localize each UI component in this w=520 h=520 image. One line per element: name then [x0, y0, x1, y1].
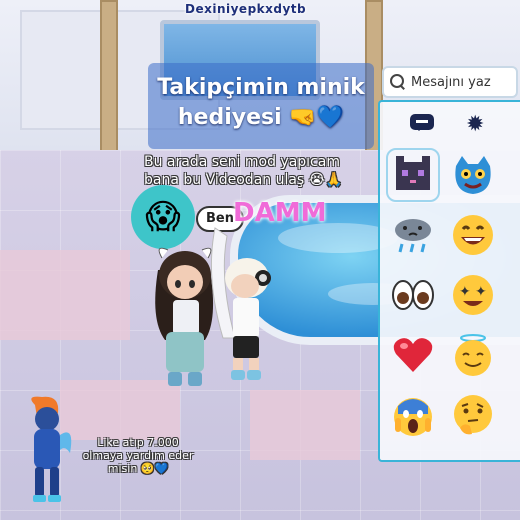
spiky-bubble-icon[interactable]: ✹: [466, 114, 492, 136]
thinking-face-icon[interactable]: [446, 388, 500, 442]
floor-tile: [250, 390, 360, 460]
chat-bubble-icon[interactable]: [410, 114, 436, 136]
promo-text: Like atıp 7.000 olmaya yardım eder misin…: [78, 436, 198, 475]
message-search-input[interactable]: Mesajını yaz: [382, 66, 518, 98]
pixel-cat-icon[interactable]: [386, 148, 440, 202]
grinning-face-icon[interactable]: [446, 208, 500, 262]
promo-line-1: Like atıp 7.000: [97, 436, 179, 449]
rain-cloud-icon[interactable]: [386, 208, 440, 262]
title-line-2: hediyesi 🤜💙: [177, 105, 345, 130]
friend-avatar[interactable]: [205, 218, 285, 388]
subtitle-line-1: Bu arada seni mod yapıcam: [144, 154, 340, 170]
floor-tile: [0, 250, 130, 340]
subtitle-line-2: bana bu Videodan ulaş 😭🙏: [144, 172, 343, 188]
star-struck-face-icon[interactable]: ✦ ✦: [446, 268, 500, 322]
screaming-face-icon: 😱: [145, 197, 181, 237]
video-title: Takipçimin minik hediyesi 🤜💙: [148, 63, 374, 149]
search-icon: [390, 74, 406, 90]
promo-line-2: olmaya yardım eder: [82, 449, 194, 462]
title-line-1: Takipçimin minik: [157, 75, 365, 100]
blue-monster-icon[interactable]: [446, 148, 500, 202]
promo-line-3: misin 🥺💙: [107, 462, 169, 475]
halo-face-icon[interactable]: [446, 328, 500, 382]
red-heart-icon[interactable]: [386, 328, 440, 382]
username-watermark: Dexiniyepkxdytb: [185, 2, 307, 16]
eyes-icon[interactable]: [386, 268, 440, 322]
svg-text:✦: ✦: [475, 284, 487, 300]
svg-text:✦: ✦: [459, 284, 471, 300]
screaming-face-icon[interactable]: [386, 388, 440, 442]
subtitle: Bu arada seni mod yapıcam bana bu Videod…: [144, 153, 384, 189]
message-placeholder: Mesajını yaz: [411, 74, 491, 90]
pegasus-avatar: [31, 396, 72, 502]
